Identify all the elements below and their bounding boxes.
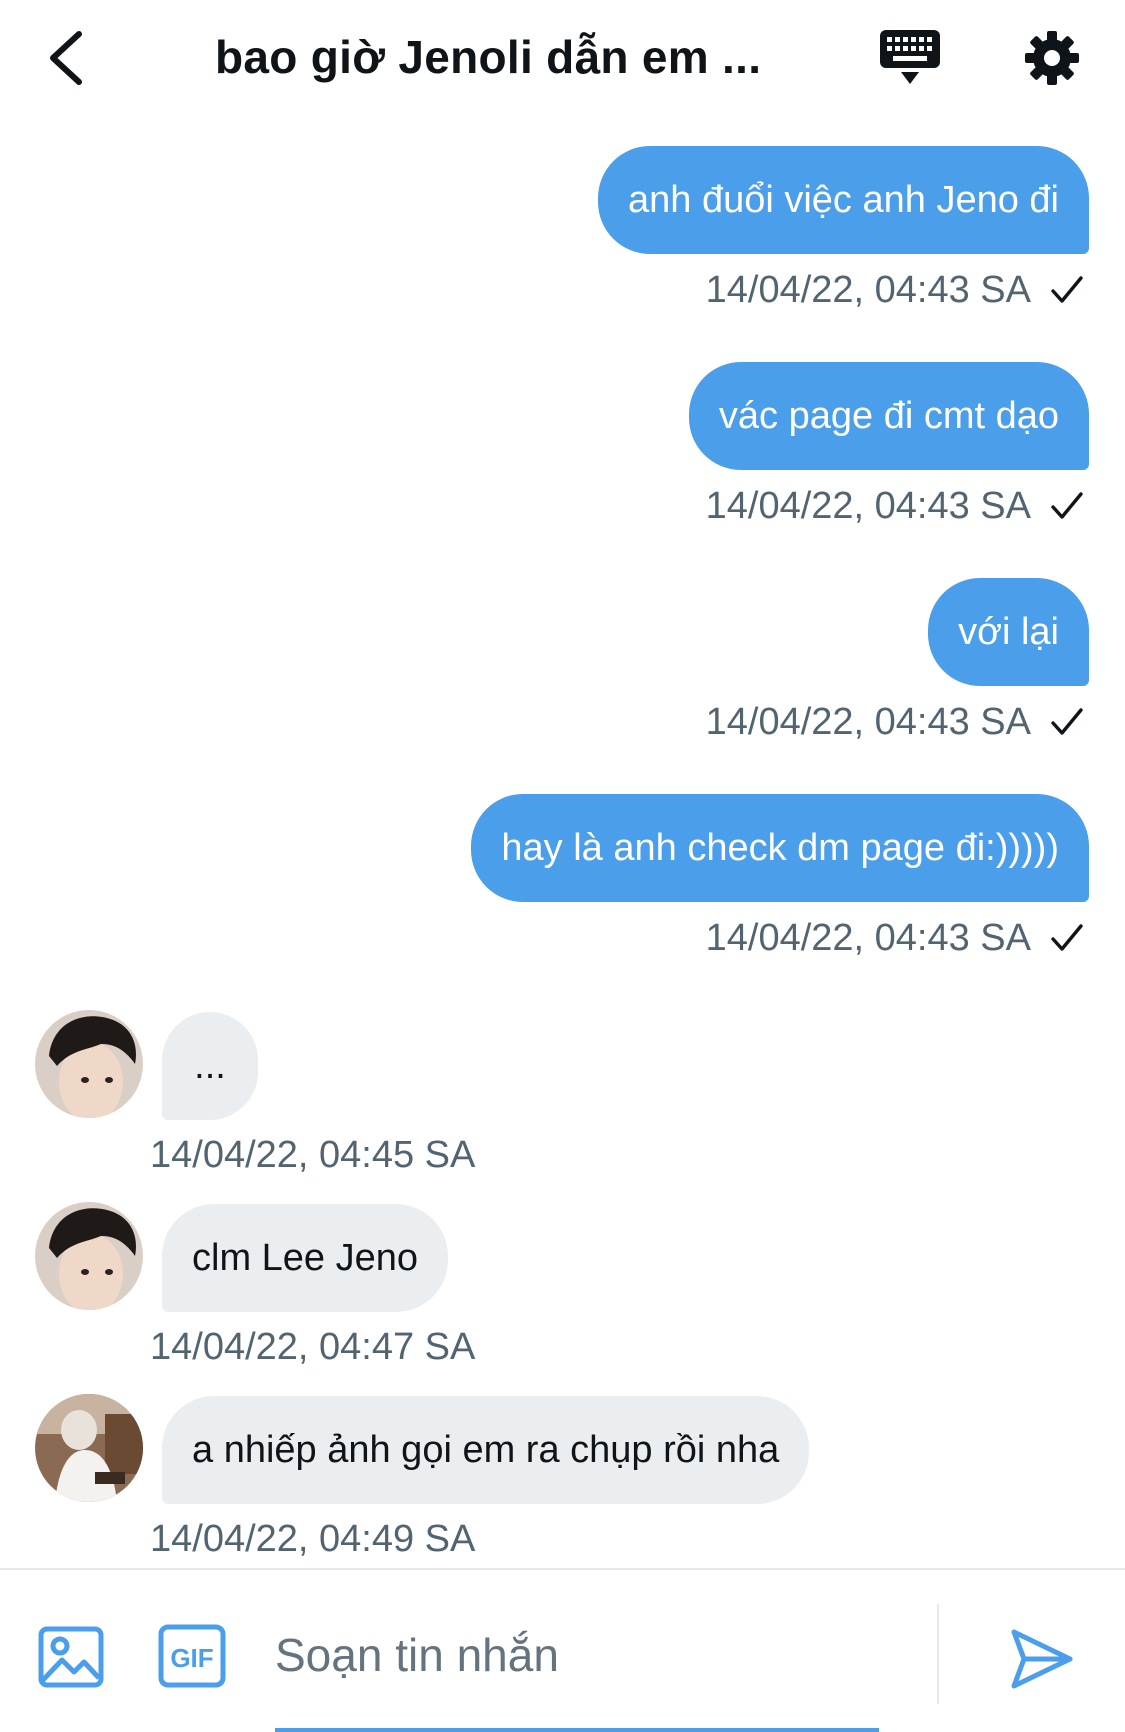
received-message-bubble[interactable]: a nhiếp ảnh gọi em ra chụp rồi nha — [162, 1396, 810, 1504]
check-icon — [1051, 492, 1083, 519]
message-text: hay là anh check dm page đi:))))) — [501, 827, 1059, 869]
back-button[interactable] — [30, 18, 100, 98]
sender-avatar[interactable] — [35, 1202, 143, 1310]
compose-bar: GIF — [0, 1570, 1125, 1732]
keyboard-icon — [880, 30, 940, 84]
sent-message-bubble[interactable]: vác page đi cmt dạo — [688, 362, 1089, 470]
add-gif-button[interactable]: GIF — [158, 1624, 226, 1688]
add-image-button[interactable] — [38, 1624, 104, 1690]
message-meta: 14/04/22, 04:43 SA — [706, 481, 1085, 531]
input-underline — [275, 1728, 879, 1732]
message-timestamp: 14/04/22, 04:43 SA — [705, 268, 1031, 311]
conversation-title[interactable]: bao giờ Jenoli dẫn em ... — [215, 22, 775, 92]
message-meta: 14/04/22, 04:45 SA — [150, 1130, 475, 1180]
check-icon — [1051, 924, 1083, 951]
settings-button[interactable] — [1012, 18, 1092, 98]
compose-separator — [937, 1604, 939, 1704]
image-icon — [38, 1626, 104, 1688]
message-timestamp: 14/04/22, 04:47 SA — [150, 1325, 476, 1368]
sent-message-bubble[interactable]: hay là anh check dm page đi:))))) — [471, 794, 1089, 902]
message-meta: 14/04/22, 04:43 SA — [706, 265, 1085, 315]
send-button[interactable] — [1008, 1626, 1074, 1692]
message-text: vác page đi cmt dạo — [718, 395, 1059, 437]
check-icon — [1051, 276, 1083, 303]
check-icon — [1051, 708, 1083, 735]
received-message-bubble[interactable]: clm Lee Jeno — [162, 1204, 449, 1312]
message-meta: 14/04/22, 04:43 SA — [706, 913, 1085, 963]
sender-avatar[interactable] — [35, 1010, 143, 1118]
message-timestamp: 14/04/22, 04:43 SA — [705, 700, 1031, 743]
sender-avatar[interactable] — [35, 1394, 143, 1502]
message-text: với lại — [958, 611, 1059, 653]
sent-message-bubble[interactable]: với lại — [928, 578, 1089, 686]
message-meta: 14/04/22, 04:43 SA — [706, 697, 1085, 747]
message-text: ... — [194, 1045, 226, 1087]
gif-label: GIF — [170, 1643, 213, 1673]
gif-icon: GIF — [158, 1624, 226, 1688]
message-input[interactable] — [275, 1610, 875, 1700]
message-text: anh đuổi việc anh Jeno đi — [628, 179, 1059, 221]
message-timestamp: 14/04/22, 04:49 SA — [150, 1517, 476, 1560]
conversation-header: bao giờ Jenoli dẫn em ... — [0, 0, 1125, 115]
message-meta: 14/04/22, 04:49 SA — [150, 1514, 475, 1564]
received-message-bubble[interactable]: ... — [162, 1012, 258, 1120]
message-meta: 14/04/22, 04:47 SA — [150, 1322, 475, 1372]
message-text: a nhiếp ảnh gọi em ra chụp rồi nha — [192, 1429, 780, 1471]
keyboard-button[interactable] — [870, 22, 950, 94]
message-timestamp: 14/04/22, 04:43 SA — [705, 916, 1031, 959]
gear-icon — [1025, 31, 1079, 85]
sent-message-bubble[interactable]: anh đuổi việc anh Jeno đi — [598, 146, 1089, 254]
message-timestamp: 14/04/22, 04:45 SA — [150, 1133, 476, 1176]
send-icon — [1011, 1629, 1073, 1689]
message-timestamp: 14/04/22, 04:43 SA — [705, 484, 1031, 527]
chevron-left-icon — [50, 31, 82, 85]
message-text: clm Lee Jeno — [192, 1237, 419, 1279]
